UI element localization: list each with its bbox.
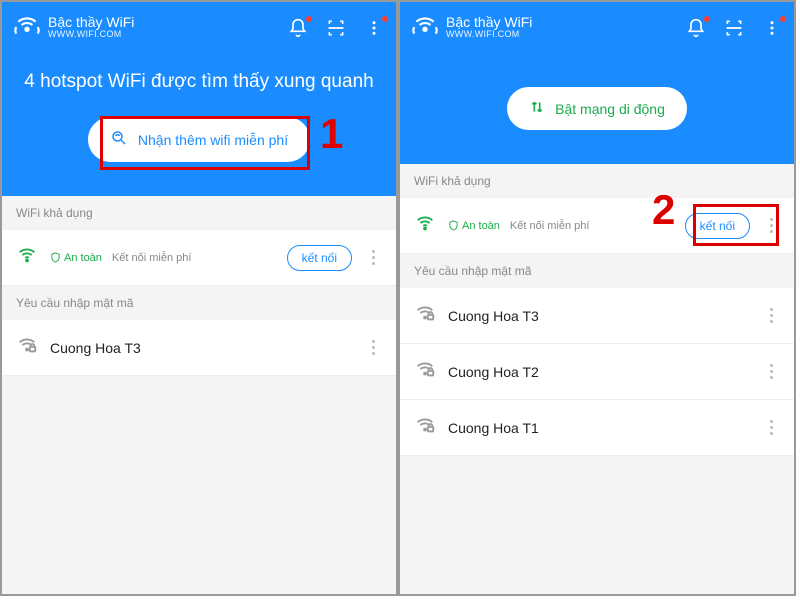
free-connect-label: Kết nối miễn phí (510, 220, 590, 232)
app-title: Bậc thầy WiFi (446, 15, 532, 30)
section-password-label: Yêu cầu nhập mật mã (400, 254, 794, 288)
wifi-lock-icon (414, 414, 436, 441)
app-title: Bậc thầy WiFi (48, 15, 134, 30)
safe-badge: An toàn (448, 220, 500, 232)
app-subtitle: WWW.WIFI.COM (446, 30, 532, 40)
wifi-logo-icon (412, 12, 438, 43)
password-wifi-row[interactable]: Cuong Hoa T3 (2, 320, 396, 376)
annotation-number-1: 1 (320, 110, 343, 158)
search-wifi-icon (110, 129, 128, 150)
app-header: Bậc thầy WiFi WWW.WIFI.COM (400, 2, 794, 53)
bell-icon[interactable] (686, 18, 706, 38)
more-icon[interactable] (364, 18, 384, 38)
free-connect-label: Kết nối miễn phí (112, 252, 192, 264)
wifi-signal-icon (414, 212, 436, 239)
wifi-name: Cuong Hoa T1 (448, 420, 750, 436)
wifi-lock-icon (414, 302, 436, 329)
annotation-number-2: 2 (652, 186, 675, 234)
hero-button-label: Bật mạng di động (555, 101, 665, 117)
password-wifi-row[interactable]: Cuong Hoa T1 (400, 400, 794, 456)
wifi-lock-icon (16, 334, 38, 361)
wifi-logo-icon (14, 12, 40, 43)
password-wifi-row[interactable]: Cuong Hoa T3 (400, 288, 794, 344)
row-more-icon[interactable] (762, 218, 780, 233)
section-available-label: WiFi khả dụng (2, 196, 396, 230)
bell-icon[interactable] (288, 18, 308, 38)
get-free-wifi-button[interactable]: Nhận thêm wifi miễn phí (88, 117, 310, 162)
hero-title: 4 hotspot WiFi được tìm thấy xung quanh (22, 71, 376, 93)
wifi-lock-icon (414, 358, 436, 385)
wifi-name: Cuong Hoa T3 (50, 340, 352, 356)
hero-button-label: Nhận thêm wifi miễn phí (138, 132, 288, 148)
wifi-name: Cuong Hoa T3 (448, 308, 750, 324)
screen-left: Bậc thầy WiFi WWW.WIFI.COM 4 hotspot WiF… (0, 0, 398, 596)
connect-button[interactable]: kết nối (685, 213, 750, 239)
password-wifi-row[interactable]: Cuong Hoa T2 (400, 344, 794, 400)
row-more-icon[interactable] (364, 340, 382, 355)
section-available-label: WiFi khả dụng (400, 164, 794, 198)
available-wifi-row[interactable]: An toàn Kết nối miễn phí kết nối (2, 230, 396, 286)
more-icon[interactable] (762, 18, 782, 38)
row-more-icon[interactable] (762, 364, 780, 379)
password-list-right: Cuong Hoa T3 Cuong Hoa T2 Cuong Hoa T1 (400, 288, 794, 456)
row-more-icon[interactable] (762, 420, 780, 435)
app-subtitle: WWW.WIFI.COM (48, 30, 134, 40)
brand: Bậc thầy WiFi WWW.WIFI.COM (14, 12, 134, 43)
app-header: Bậc thầy WiFi WWW.WIFI.COM (2, 2, 396, 53)
scan-icon[interactable] (724, 18, 744, 38)
connect-button[interactable]: kết nối (287, 245, 352, 271)
section-password-label: Yêu cầu nhập mật mã (2, 286, 396, 320)
updown-arrows-icon (529, 99, 545, 118)
screen-right: Bậc thầy WiFi WWW.WIFI.COM Bật mạng di đ… (398, 0, 796, 596)
available-wifi-row[interactable]: An toàn Kết nối miễn phí kết nối (400, 198, 794, 254)
wifi-signal-icon (16, 244, 38, 271)
hero: Bật mạng di động (400, 53, 794, 164)
enable-mobile-data-button[interactable]: Bật mạng di động (507, 87, 687, 130)
brand: Bậc thầy WiFi WWW.WIFI.COM (412, 12, 532, 43)
row-more-icon[interactable] (364, 250, 382, 265)
scan-icon[interactable] (326, 18, 346, 38)
password-list-left: Cuong Hoa T3 (2, 320, 396, 376)
row-more-icon[interactable] (762, 308, 780, 323)
wifi-name: Cuong Hoa T2 (448, 364, 750, 380)
safe-badge: An toàn (50, 252, 102, 264)
